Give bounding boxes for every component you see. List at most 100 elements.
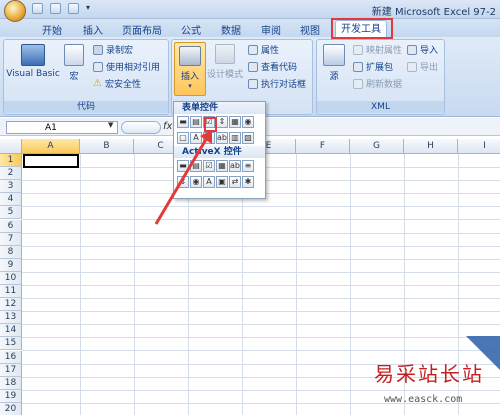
relative-reference-label: 使用相对引用 <box>106 63 161 73</box>
expansion-packs-label: 扩展包 <box>366 63 394 73</box>
tab-view[interactable]: 视图 <box>300 22 320 37</box>
xml-source-icon <box>323 44 345 66</box>
tab-home[interactable]: 开始 <box>42 22 62 37</box>
row-header-1[interactable]: 1 <box>0 154 22 167</box>
ribbon-tabs <box>0 19 500 38</box>
insert-controls-button[interactable]: 插入 ▾ <box>174 42 206 96</box>
button-control-icon[interactable]: ▬ <box>177 116 189 128</box>
redo-icon[interactable] <box>68 3 79 14</box>
column-header-f[interactable]: F <box>296 139 350 154</box>
row-header-19[interactable]: 19 <box>0 389 22 403</box>
grid-row-line <box>22 245 500 247</box>
activex-toggle-icon[interactable]: ⇄ <box>229 176 241 188</box>
row-header-2[interactable]: 2 <box>0 167 22 181</box>
active-cell[interactable] <box>23 154 79 168</box>
run-dialog-button[interactable]: 执行对话框 <box>248 77 306 90</box>
select-all-corner[interactable] <box>0 139 22 154</box>
column-header-h[interactable]: H <box>404 139 458 154</box>
row-header-5[interactable]: 5 <box>0 206 22 220</box>
tab-page-layout[interactable]: 页面布局 <box>122 22 162 37</box>
list-box-control-icon[interactable]: ▦ <box>229 116 241 128</box>
grid-row-line <box>22 324 500 326</box>
more-controls-icon[interactable]: ✱ <box>242 176 254 188</box>
row-header-6[interactable]: 6 <box>0 219 22 233</box>
view-code-button[interactable]: 查看代码 <box>248 60 297 73</box>
row-header-14[interactable]: 14 <box>0 324 22 338</box>
chevron-down-icon: ▾ <box>188 82 192 90</box>
properties-label: 属性 <box>261 46 280 56</box>
row-header-16[interactable]: 16 <box>0 350 22 364</box>
macro-button[interactable]: 宏 <box>63 44 85 82</box>
combo-list-edit-control-icon[interactable]: ▥ <box>229 132 241 144</box>
visual-basic-label: Visual Basic <box>6 69 60 79</box>
export-icon <box>407 61 417 72</box>
save-icon[interactable] <box>32 3 43 14</box>
row-header-10[interactable]: 10 <box>0 271 22 285</box>
refresh-data-icon <box>353 78 363 89</box>
watermark-text: 易采站长站 <box>374 362 484 386</box>
spin-button-control-icon[interactable]: ⇕ <box>216 116 228 128</box>
row-header-20[interactable]: 20 <box>0 402 22 415</box>
row-header-9[interactable]: 9 <box>0 258 22 272</box>
combo-box-control-icon[interactable]: ▤ <box>190 116 202 128</box>
grid-row-line <box>22 271 500 273</box>
tab-formulas[interactable]: 公式 <box>181 22 201 37</box>
form-controls-heading: 表单控件 <box>174 102 265 114</box>
grid-row-line <box>22 219 500 221</box>
undo-icon[interactable] <box>50 3 61 14</box>
macro-icon <box>64 44 84 66</box>
row-header-13[interactable]: 13 <box>0 311 22 325</box>
import-button[interactable]: 导入 <box>407 43 438 56</box>
grid-row-line <box>22 232 500 234</box>
map-properties-button[interactable]: 映射属性 <box>353 43 402 56</box>
combo-dropdown-edit-control-icon[interactable]: ▧ <box>242 132 254 144</box>
row-header-3[interactable]: 3 <box>0 180 22 194</box>
tab-developer-highlight <box>331 18 393 39</box>
design-mode-button[interactable]: 设计模式 <box>207 44 243 80</box>
properties-button[interactable]: 属性 <box>248 43 279 56</box>
watermark-url: www.easck.com <box>384 394 463 405</box>
refresh-data-button[interactable]: 刷新数据 <box>353 77 402 90</box>
row-header-17[interactable]: 17 <box>0 363 22 377</box>
activex-textbox-icon[interactable]: ab <box>229 160 241 172</box>
column-header-b[interactable]: B <box>80 139 134 154</box>
row-header-4[interactable]: 4 <box>0 193 22 207</box>
red-arrow-annotation <box>154 130 212 225</box>
tab-data[interactable]: 数据 <box>221 22 241 37</box>
view-code-icon <box>248 61 258 72</box>
design-mode-icon <box>215 44 235 64</box>
column-header-g[interactable]: G <box>350 139 404 154</box>
row-header-7[interactable]: 7 <box>0 232 22 246</box>
row-header-8[interactable]: 8 <box>0 245 22 259</box>
xml-source-button[interactable]: 源 <box>320 44 348 82</box>
visual-basic-button[interactable]: Visual Basic <box>5 44 61 79</box>
office-button[interactable] <box>4 0 26 22</box>
activex-scrollbar-icon[interactable]: ≡ <box>242 160 254 172</box>
row-header-11[interactable]: 11 <box>0 285 22 298</box>
option-button-control-icon[interactable]: ◉ <box>242 116 254 128</box>
record-macro-button[interactable]: 录制宏 <box>93 43 133 56</box>
grid-row-line <box>22 206 500 208</box>
name-box[interactable]: A1 <box>6 121 118 134</box>
expansion-packs-button[interactable]: 扩展包 <box>353 60 393 73</box>
macro-security-button[interactable]: ⚠ 宏安全性 <box>93 77 141 90</box>
toolbox-icon <box>179 46 201 66</box>
map-properties-icon <box>353 44 363 55</box>
grid-row-line <box>22 258 500 260</box>
row-header-12[interactable]: 12 <box>0 298 22 312</box>
row-header-18[interactable]: 18 <box>0 376 22 390</box>
grid-row-line <box>22 311 500 313</box>
qat-dropdown-icon[interactable]: ▾ <box>86 3 90 12</box>
macro-label: 宏 <box>69 72 79 82</box>
grid-row-line <box>22 298 500 299</box>
export-button[interactable]: 导出 <box>407 60 438 73</box>
group-code-label: 代码 <box>4 101 168 113</box>
relative-reference-button[interactable]: 使用相对引用 <box>93 60 160 73</box>
row-header-15[interactable]: 15 <box>0 337 22 351</box>
export-label: 导出 <box>420 63 439 73</box>
column-header-i[interactable]: I <box>458 139 500 154</box>
column-header-a[interactable]: A <box>22 139 80 154</box>
name-box-dropdown-icon[interactable]: ▼ <box>108 121 113 129</box>
tab-review[interactable]: 审阅 <box>261 22 281 37</box>
tab-insert[interactable]: 插入 <box>83 22 103 37</box>
